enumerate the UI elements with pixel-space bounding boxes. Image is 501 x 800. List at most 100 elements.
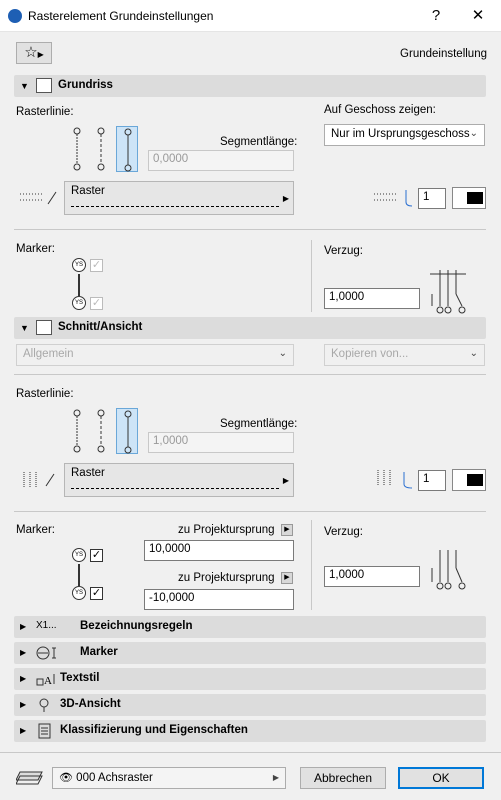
- proj1-input[interactable]: 10,0000: [144, 540, 294, 561]
- dashed-line-preview: [71, 488, 279, 489]
- section-3d-header[interactable]: ▶ 3D-Ansicht: [14, 694, 486, 716]
- marker-top-checkbox-2[interactable]: ✓: [90, 549, 103, 562]
- divider: [14, 511, 486, 512]
- ok-button[interactable]: OK: [398, 767, 484, 789]
- help-button[interactable]: ?: [424, 5, 448, 27]
- line-segments-button-2[interactable]: [90, 408, 112, 454]
- vertical-divider: [311, 240, 312, 312]
- grid-line-segment-icon: [97, 409, 105, 453]
- marker-connector: [78, 274, 80, 296]
- line-both-ends-button[interactable]: [66, 126, 88, 172]
- line-none-button-2[interactable]: [116, 408, 138, 454]
- pen-icon-2: [374, 468, 416, 490]
- svg-text:A: A: [44, 675, 52, 686]
- line-type-icon: [18, 186, 58, 208]
- section-grundriss-header[interactable]: ▼ Grundriss: [14, 75, 486, 97]
- line-type-name: Raster: [71, 185, 105, 197]
- marker-top-icon: YS: [72, 258, 86, 272]
- segment-label-2: Segmentlänge:: [220, 418, 298, 430]
- verzug-input[interactable]: 1,0000: [324, 288, 420, 309]
- marker-bottom-checkbox[interactable]: ✓: [90, 297, 103, 310]
- section-grundriss-title: Grundriss: [58, 79, 113, 91]
- cancel-button[interactable]: Abbrechen: [300, 767, 386, 789]
- line-type-name-2: Raster: [71, 467, 105, 479]
- section-schnitt-header[interactable]: ▼ Schnitt/Ansicht: [14, 317, 486, 339]
- section-3d-title: 3D-Ansicht: [60, 698, 121, 710]
- section-bezeichnung-title: Bezeichnungsregeln: [80, 620, 193, 632]
- section-klassifizierung-header[interactable]: ▶ Klassifizierung und Eigenschaften: [14, 720, 486, 742]
- triangle-right-icon: ▶: [20, 700, 27, 709]
- rasterlinie-label-2: Rasterlinie:: [16, 388, 74, 400]
- triangle-down-icon: ▼: [20, 323, 29, 333]
- triangle-right-icon: ▶: [20, 622, 27, 631]
- divider: [0, 752, 501, 753]
- pen-input[interactable]: 1: [418, 188, 446, 209]
- proj2-input[interactable]: -10,0000: [144, 589, 294, 610]
- geschoss-label: Auf Geschoss zeigen:: [324, 104, 436, 116]
- eye-icon: 👁: [59, 772, 73, 784]
- section-schnitt-title: Schnitt/Ansicht: [58, 321, 143, 333]
- section-marker-header[interactable]: ▶ Marker: [14, 642, 486, 664]
- preset-label: Grundeinstellung: [400, 48, 487, 60]
- floorplan-icon: [36, 78, 52, 93]
- section-klassifizierung-title: Klassifizierung und Eigenschaften: [60, 724, 248, 736]
- pen-icon: [372, 186, 416, 208]
- copy-from-value: Kopieren von...: [331, 348, 409, 360]
- grid-line-marker-icon: [124, 128, 132, 172]
- triangle-right-icon: ▶: [20, 726, 27, 735]
- line-both-ends-button-2[interactable]: [66, 408, 88, 454]
- verzug-input-2[interactable]: 1,0000: [324, 566, 420, 587]
- grid-line-segment-icon: [97, 127, 105, 171]
- marker-bottom-checkbox-2[interactable]: ✓: [90, 587, 103, 600]
- line-none-button[interactable]: [116, 126, 138, 172]
- segment-input-2[interactable]: 1,0000: [148, 432, 294, 453]
- pen-input-2[interactable]: 1: [418, 470, 446, 491]
- line-segments-button[interactable]: [90, 126, 112, 172]
- vertical-divider-2: [311, 520, 312, 610]
- layer-select[interactable]: 👁 000 Achsraster ▶: [52, 767, 286, 789]
- section-textstil-header[interactable]: ▶ A Textstil: [14, 668, 486, 690]
- general-select[interactable]: Allgemein ⌄: [16, 344, 294, 366]
- proj2-arrow-button[interactable]: ▶: [281, 572, 293, 584]
- section-icon: [36, 320, 52, 335]
- section-bezeichnung-header[interactable]: ▶ X1... Bezeichnungsregeln: [14, 616, 486, 638]
- star-icon: ☆: [24, 44, 38, 61]
- chevron-down-icon: ⌄: [469, 128, 478, 139]
- segment-label: Segmentlänge:: [220, 136, 298, 148]
- line-type-selector[interactable]: Raster ▶: [64, 181, 294, 215]
- title-bar: Rasterelement Grundeinstellungen ? ✕: [0, 0, 501, 32]
- verzug-label-2: Verzug:: [324, 526, 363, 538]
- chevron-down-icon: ⌄: [278, 348, 287, 359]
- layer-icon: [15, 768, 46, 786]
- proj1-arrow-button[interactable]: ▶: [281, 524, 293, 536]
- marker-top-checkbox[interactable]: ✓: [90, 259, 103, 272]
- divider: [14, 374, 486, 375]
- geschoss-select[interactable]: Nur im Ursprungsgeschoss ⌄: [324, 124, 485, 146]
- pen-color-swatch-2[interactable]: [452, 469, 486, 491]
- line-type-selector-2[interactable]: Raster ▶: [64, 463, 294, 497]
- section-marker-title: Marker: [80, 646, 118, 658]
- copy-from-select[interactable]: Kopieren von... ⌄: [324, 344, 485, 366]
- rasterlinie-label: Rasterlinie:: [16, 106, 74, 118]
- segment-input[interactable]: 0,0000: [148, 150, 294, 171]
- dashed-line-preview: [71, 206, 279, 207]
- favorites-button[interactable]: ☆▶: [16, 42, 52, 64]
- verzug-label: Verzug:: [324, 245, 363, 257]
- arrow-right-icon: ▶: [282, 194, 289, 203]
- offset-diagram-icon-2: [426, 548, 474, 594]
- close-button[interactable]: ✕: [466, 5, 490, 27]
- 3d-view-icon: [36, 697, 52, 716]
- chevron-down-icon: ⌄: [469, 348, 478, 359]
- grid-line-full-icon: [73, 127, 81, 171]
- line-type-icon-2: [18, 468, 58, 490]
- pen-color-swatch[interactable]: [452, 187, 486, 209]
- divider: [14, 229, 486, 230]
- text-style-icon: A: [36, 672, 60, 689]
- triangle-right-icon: ▶: [20, 648, 27, 657]
- general-select-value: Allgemein: [23, 348, 74, 360]
- marker-icon: [36, 646, 62, 663]
- geschoss-value: Nur im Ursprungsgeschoss: [331, 128, 470, 140]
- proj1-label: zu Projektursprung: [178, 524, 275, 536]
- section-textstil-title: Textstil: [60, 672, 100, 684]
- triangle-right-icon: ▶: [20, 674, 27, 683]
